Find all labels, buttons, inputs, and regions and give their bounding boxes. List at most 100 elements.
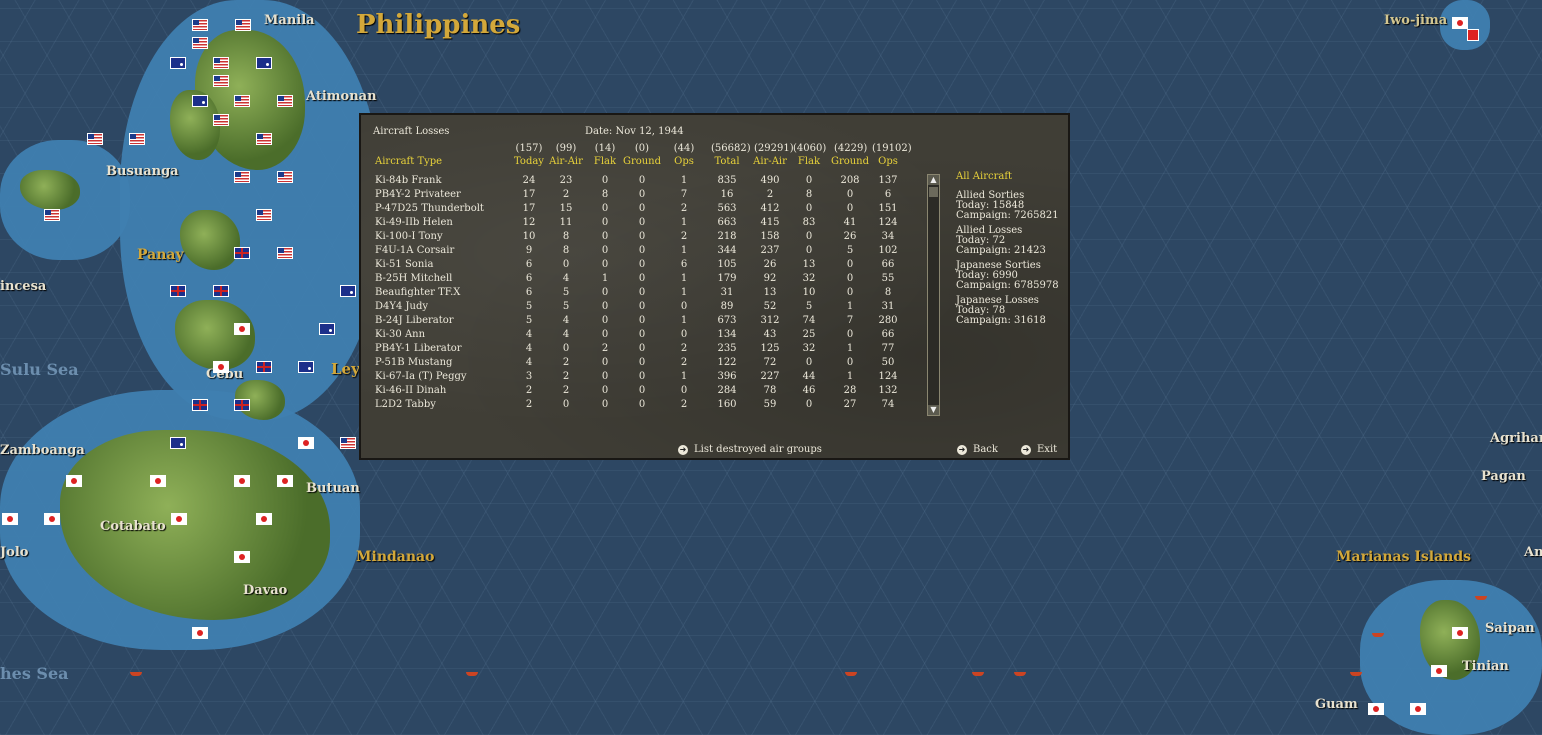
table-row[interactable]: Ki-84b Frank 24 23 0 0 1 835 490 0 208 137 [361,175,921,189]
scroll-down-button[interactable]: ▼ [928,405,939,415]
loss-value-cell: 563 [717,203,737,214]
japanese-unit-icon[interactable] [1452,17,1468,29]
allied-unit-icon[interactable] [87,133,103,145]
japanese-unit-icon[interactable] [234,475,250,487]
loss-value-cell: 235 [717,343,737,354]
table-row[interactable]: D4Y4 Judy 5 5 0 0 0 89 52 5 1 31 [361,301,921,315]
column-header[interactable]: Total [707,156,747,167]
column-header[interactable]: Today [509,156,549,167]
column-header[interactable]: Ops [868,156,908,167]
list-destroyed-air-groups-button[interactable]: ➜ List destroyed air groups [678,444,822,455]
allied-unit-icon[interactable] [235,19,251,31]
table-row[interactable]: Ki-49-IIb Helen 12 11 0 0 1 663 415 83 41 124 [361,217,921,231]
list-destroyed-label: List destroyed air groups [694,444,822,455]
allied-unit-icon[interactable] [192,37,208,49]
table-row[interactable]: Ki-46-II Dinah 2 2 0 0 0 284 78 46 28 132 [361,385,921,399]
column-header[interactable]: Flak [585,156,625,167]
table-row[interactable]: PB4Y-2 Privateer 17 2 8 0 7 16 2 8 0 6 [361,189,921,203]
table-row[interactable]: Ki-30 Ann 4 4 0 0 0 134 43 25 0 66 [361,329,921,343]
allied-unit-icon[interactable] [129,133,145,145]
table-row[interactable]: B-25H Mitchell 6 4 1 0 1 179 92 32 0 55 [361,273,921,287]
allied-unit-icon[interactable] [234,171,250,183]
japanese-unit-icon[interactable] [192,627,208,639]
allied-unit-icon[interactable] [277,95,293,107]
allied-unit-icon[interactable] [234,399,250,411]
allied-unit-icon[interactable] [256,361,272,373]
table-row[interactable]: B-24J Liberator 5 4 0 0 1 673 312 74 7 280 [361,315,921,329]
scroll-up-button[interactable]: ▲ [928,175,939,185]
table-row[interactable]: Ki-51 Sonia 6 0 0 0 6 105 26 13 0 66 [361,259,921,273]
ship-icon[interactable] [130,672,142,676]
allied-unit-icon[interactable] [256,133,272,145]
japanese-unit-icon[interactable] [1431,665,1447,677]
loss-value-cell: 0 [638,329,646,340]
allied-unit-icon[interactable] [213,57,229,69]
allied-unit-icon[interactable] [340,437,356,449]
loss-value-cell: 6 [525,259,533,270]
table-row[interactable]: L2D2 Tabby 2 0 0 0 2 160 59 0 27 74 [361,399,921,413]
scrollbar[interactable]: ▲ ▼ [927,174,940,416]
japanese-unit-icon[interactable] [1368,703,1384,715]
japanese-unit-icon[interactable] [213,361,229,373]
japanese-unit-icon[interactable] [234,323,250,335]
table-row[interactable]: F4U-1A Corsair 9 8 0 0 1 344 237 0 5 102 [361,245,921,259]
table-row[interactable]: P-47D25 Thunderbolt 17 15 0 0 2 563 412 0 0 151 [361,203,921,217]
allied-unit-icon[interactable] [170,437,186,449]
table-row[interactable]: Beaufighter TF.X 6 5 0 0 1 31 13 10 0 8 [361,287,921,301]
place-label: Guam [1315,697,1358,712]
ship-icon[interactable] [1014,672,1026,676]
allied-unit-icon[interactable] [277,171,293,183]
japanese-unit-icon[interactable] [171,513,187,525]
table-row[interactable]: Ki-100-I Tony 10 8 0 0 2 218 158 0 26 34 [361,231,921,245]
japanese-unit-icon[interactable] [44,513,60,525]
allied-unit-icon[interactable] [234,247,250,259]
allied-unit-icon[interactable] [256,209,272,221]
japanese-unit-icon[interactable] [298,437,314,449]
allied-unit-icon[interactable] [170,285,186,297]
allied-unit-icon[interactable] [213,285,229,297]
filter-all-aircraft[interactable]: All Aircraft [956,171,1012,182]
loss-value-cell: 12 [522,217,536,228]
allied-unit-icon[interactable] [213,114,229,126]
ship-icon[interactable] [845,672,857,676]
column-header[interactable]: Flak [789,156,829,167]
scroll-thumb[interactable] [929,187,938,197]
column-header[interactable]: Ground [622,156,662,167]
japanese-unit-icon[interactable] [277,475,293,487]
allied-unit-icon[interactable] [234,95,250,107]
table-row[interactable]: Ki-67-Ia (T) Peggy 3 2 0 0 1 396 227 44 1 124 [361,371,921,385]
table-row[interactable]: P-51B Mustang 4 2 0 0 2 122 72 0 0 50 [361,357,921,371]
japanese-unit-icon[interactable] [2,513,18,525]
japanese-unit-icon[interactable] [66,475,82,487]
column-header[interactable]: Ops [664,156,704,167]
allied-unit-icon[interactable] [192,19,208,31]
japanese-unit-icon[interactable] [234,551,250,563]
allied-unit-icon[interactable] [170,57,186,69]
japanese-unit-icon[interactable] [1452,627,1468,639]
ship-icon[interactable] [466,672,478,676]
allied-sorties-campaign: Campaign: 7265821 [956,210,1059,221]
japanese-unit-icon[interactable] [256,513,272,525]
exit-button[interactable]: ➜ Exit [1021,444,1057,455]
allied-unit-icon[interactable] [192,399,208,411]
column-header[interactable]: Air-Air [546,156,586,167]
allied-unit-icon[interactable] [277,247,293,259]
allied-unit-icon[interactable] [319,323,335,335]
allied-unit-icon[interactable] [256,57,272,69]
ship-icon[interactable] [972,672,984,676]
loss-value-cell: 8 [884,287,892,298]
allied-unit-icon[interactable] [213,75,229,87]
japanese-unit-icon[interactable] [1467,29,1479,41]
japanese-unit-icon[interactable] [150,475,166,487]
allied-unit-icon[interactable] [298,361,314,373]
column-header[interactable]: Air-Air [750,156,790,167]
aircraft-type-header[interactable]: Aircraft Type [375,156,442,167]
loss-value-cell: 15 [559,203,573,214]
table-row[interactable]: PB4Y-1 Liberator 4 0 2 0 2 235 125 32 1 77 [361,343,921,357]
japanese-unit-icon[interactable] [1410,703,1426,715]
column-header[interactable]: Ground [830,156,870,167]
allied-unit-icon[interactable] [44,209,60,221]
allied-unit-icon[interactable] [192,95,208,107]
allied-unit-icon[interactable] [340,285,356,297]
back-button[interactable]: ➜ Back [957,444,998,455]
